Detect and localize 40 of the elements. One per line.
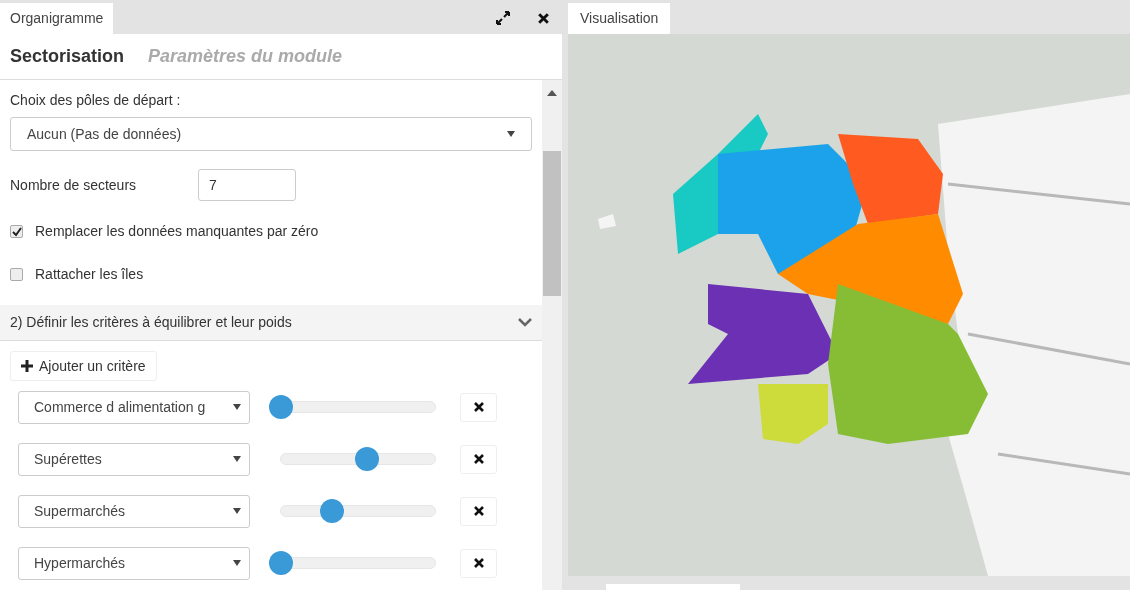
- close-icon: [472, 401, 485, 413]
- remove-button[interactable]: [460, 444, 497, 474]
- close-icon: [472, 453, 485, 465]
- caret-icon: [233, 508, 241, 514]
- checkbox[interactable]: [10, 225, 23, 238]
- criterion-dropdown[interactable]: Commerce d alimentation g: [18, 390, 250, 424]
- plus-icon: [21, 360, 33, 372]
- number-field[interactable]: 7: [198, 169, 296, 201]
- panel-tab[interactable]: Organigramme: [0, 3, 114, 34]
- checkbox-label: Remplacer les données manquantes par zéro: [35, 222, 319, 241]
- slider-thumb[interactable]: [355, 447, 380, 471]
- checkbox-label: Rattacher les îles: [35, 265, 144, 284]
- expand-icon[interactable]: [495, 10, 511, 26]
- scrollbar[interactable]: [542, 80, 562, 590]
- remove-button[interactable]: [460, 548, 497, 578]
- criterion-dropdown[interactable]: Hypermarchés: [18, 546, 250, 580]
- close-button[interactable]: [537, 11, 550, 25]
- close-icon: [537, 11, 550, 25]
- caret-icon: [507, 131, 515, 137]
- slider-thumb[interactable]: [319, 499, 344, 523]
- field-label: Nombre de secteurs: [10, 175, 138, 195]
- slider-thumb[interactable]: [269, 395, 293, 419]
- caret-icon: [233, 456, 241, 462]
- scroll-up-icon[interactable]: [547, 90, 557, 96]
- field-label: Choix des pôles de départ :: [10, 91, 182, 110]
- heading-tab[interactable]: Sectorisation: [10, 43, 125, 70]
- slider-thumb[interactable]: [269, 551, 293, 575]
- remove-button[interactable]: [460, 496, 497, 526]
- criterion-dropdown[interactable]: Supérettes: [18, 442, 250, 476]
- section-header[interactable]: 2) Définir les critères à équilibrer et leur poids: [0, 305, 542, 341]
- close-icon: [472, 505, 485, 517]
- caret-icon: [233, 560, 241, 566]
- dropdown[interactable]: Aucun (Pas de données): [10, 117, 532, 151]
- close-icon: [472, 557, 485, 569]
- panel-tab[interactable]: Visualisation: [568, 3, 671, 34]
- checkbox[interactable]: [10, 268, 23, 281]
- add-criterion-button[interactable]: Ajouter un critère: [10, 351, 157, 381]
- remove-button[interactable]: [460, 392, 497, 422]
- criterion-dropdown[interactable]: Supermarchés: [18, 494, 250, 528]
- caret-icon: [233, 404, 241, 410]
